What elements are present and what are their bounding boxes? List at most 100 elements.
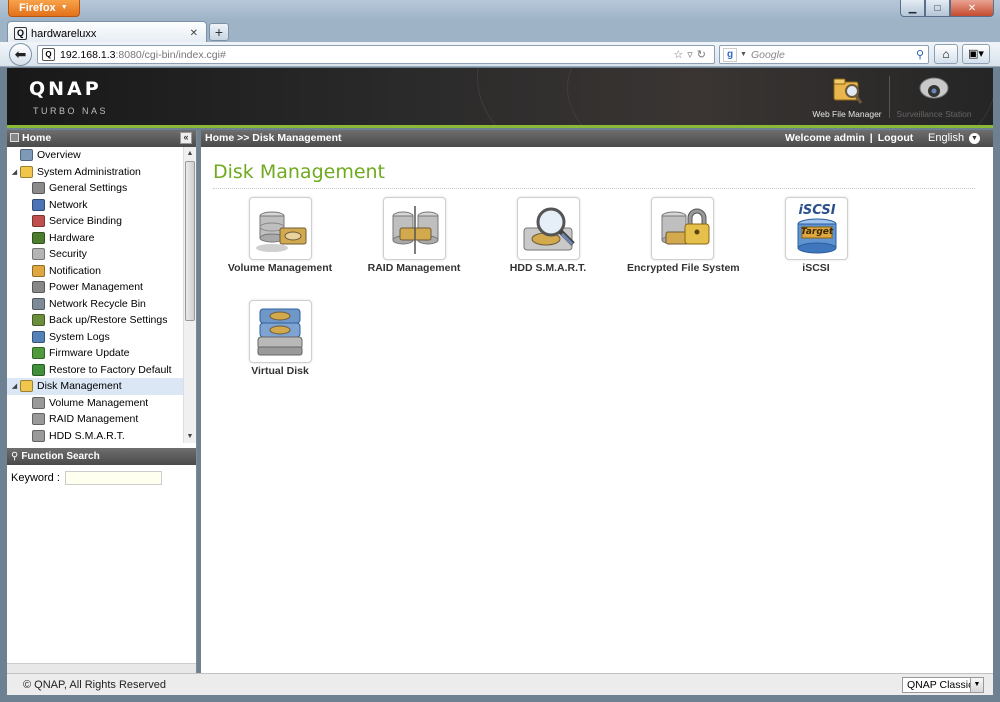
sidebar-item[interactable]: ◢ Disk Management <box>7 378 183 395</box>
raid-icon <box>32 413 45 426</box>
sidebar-item[interactable]: Network Recycle Bin <box>7 296 183 313</box>
site-identity-icon[interactable]: Q <box>42 48 55 61</box>
sidebar-item[interactable]: Restore to Factory Default <box>7 362 183 379</box>
encrypted-file-system-label: Encrypted File System <box>627 262 740 274</box>
keyword-label: Keyword : <box>11 472 60 484</box>
qnap-subtitle: TURBO NAS <box>33 106 109 116</box>
sidebar-item[interactable]: General Settings <box>7 180 183 197</box>
header-accent-line <box>7 125 993 128</box>
browser-tabbar: Q hardwareluxx ✕ + <box>0 20 1000 42</box>
chevron-down-icon: ▼ <box>60 4 68 11</box>
language-dropdown-icon[interactable]: ▼ <box>969 133 980 144</box>
iscsi-label: iSCSI <box>802 262 830 274</box>
title-divider <box>213 188 975 189</box>
camera-icon <box>917 76 951 106</box>
sidebar-item-label: System Administration <box>37 165 141 178</box>
sidebar-item[interactable]: Overview <box>7 147 183 164</box>
sidebar-item[interactable]: Network <box>7 197 183 214</box>
maximize-button[interactable]: □ <box>925 0 950 17</box>
breadcrumb[interactable]: Home >> Disk Management <box>205 132 342 144</box>
hdd-smart-app[interactable]: HDD S.M.A.R.T. <box>493 197 603 274</box>
back-button[interactable]: ⬅ <box>9 43 32 66</box>
iscsi-icon: iSCSI Target <box>784 197 848 260</box>
theme-select[interactable]: QNAP Classic ▼ <box>902 677 984 693</box>
sidebar-item[interactable]: Firmware Update <box>7 345 183 362</box>
sidebar-item-label: Volume Management <box>49 396 149 409</box>
sidebar-item[interactable]: ◢ System Administration <box>7 164 183 181</box>
collapse-sidebar-button[interactable]: « <box>180 132 192 144</box>
web-file-manager-icon <box>830 76 864 106</box>
encrypted-file-system-app[interactable]: Encrypted File System <box>627 197 740 274</box>
logout-link[interactable]: Logout <box>878 132 914 144</box>
sidebar-item-label: Service Binding <box>49 215 122 228</box>
web-file-manager-label: Web File Manager <box>812 109 882 119</box>
qnap-header: QNAP TURBO NAS Web File Manager Surveill… <box>7 68 993 126</box>
folder-icon <box>20 380 33 393</box>
home-icon <box>10 133 19 142</box>
volume-icon <box>32 396 45 409</box>
iscsi-app[interactable]: iSCSI Target iSCSI <box>761 197 871 274</box>
google-engine-icon[interactable]: g <box>723 47 737 62</box>
language-label[interactable]: English <box>928 130 964 147</box>
sidebar-item-label: HDD S.M.A.R.T. <box>49 429 125 442</box>
volume-management-icon <box>248 197 312 260</box>
raid-management-app[interactable]: RAID Management <box>359 197 469 274</box>
surveillance-station-shortcut[interactable]: Surveillance Station <box>894 76 974 119</box>
chevron-down-icon[interactable]: ▼ <box>970 678 983 692</box>
sidebar-item[interactable]: Hardware <box>7 230 183 247</box>
sidebar-item[interactable]: Security <box>7 246 183 263</box>
sidebar-item[interactable]: Notification <box>7 263 183 280</box>
sidebar-item-label: Hardware <box>49 231 95 244</box>
scrollbar-thumb[interactable] <box>185 161 195 321</box>
sidebar-item[interactable]: Power Management <box>7 279 183 296</box>
logs-icon <box>32 330 45 343</box>
close-window-button[interactable]: ✕ <box>950 0 994 17</box>
virtual-disk-app[interactable]: Virtual Disk <box>225 300 335 377</box>
backup-icon <box>32 314 45 327</box>
keyword-input[interactable] <box>64 471 162 485</box>
sidebar-item[interactable]: Volume Management <box>7 395 183 412</box>
virtual-disk-label: Virtual Disk <box>251 365 309 377</box>
sidebar-item[interactable]: Back up/Restore Settings <box>7 312 183 329</box>
search-icon: ⚲ <box>11 451 19 462</box>
volume-management-app[interactable]: Volume Management <box>225 197 335 274</box>
minimize-button[interactable]: ▁ <box>900 0 925 17</box>
home-button[interactable]: ⌂ <box>934 44 958 64</box>
url-bar[interactable]: Q 192.168.1.3:8080/cgi-bin/index.cgi# ☆▿… <box>37 45 715 64</box>
scroll-down-icon[interactable]: ▼ <box>184 430 196 443</box>
firefox-menu-label: Firefox <box>19 2 56 14</box>
sidebar-item[interactable]: HDD S.M.A.R.T. <box>7 428 183 444</box>
tab-title: hardwareluxx <box>31 27 97 40</box>
tab-close-icon[interactable]: ✕ <box>190 28 198 39</box>
scroll-up-icon[interactable]: ▲ <box>184 147 196 160</box>
addons-button[interactable]: ▣▾ <box>962 44 990 64</box>
search-icon[interactable]: ⚲ <box>916 48 924 61</box>
tree-scrollbar[interactable]: ▲ ▼ <box>183 147 196 443</box>
expand-toggle-icon[interactable]: ◢ <box>9 168 20 176</box>
bookmark-star-icon[interactable]: ☆▿↻ <box>673 48 710 61</box>
search-placeholder: Google <box>750 48 785 61</box>
breadcrumb-bar: Home >> Disk Management Welcome admin | Lo… <box>201 130 993 147</box>
sidebar-item[interactable]: System Logs <box>7 329 183 346</box>
engine-dropdown-icon[interactable]: ▼ <box>740 51 747 58</box>
encrypted-fs-icon <box>650 197 714 260</box>
sidebar-item-label: Network Recycle Bin <box>49 297 146 310</box>
keyword-row: Keyword : <box>11 471 162 485</box>
overview-icon <box>20 149 33 162</box>
sidebar-item[interactable]: RAID Management <box>7 411 183 428</box>
new-tab-button[interactable]: + <box>209 23 229 41</box>
virtual-disk-icon <box>248 300 312 363</box>
sidebar-home-label: Home <box>22 132 52 144</box>
search-box[interactable]: g ▼ Google ⚲ <box>719 45 929 64</box>
browser-titlebar: Firefox ▼ ▁ □ ✕ <box>0 0 1000 20</box>
browser-tab[interactable]: Q hardwareluxx ✕ <box>7 21 207 42</box>
expand-toggle-icon[interactable]: ◢ <box>9 382 20 390</box>
general-settings-icon <box>32 182 45 195</box>
notification-icon <box>32 264 45 277</box>
web-file-manager-shortcut[interactable]: Web File Manager <box>807 76 887 119</box>
home-icon: ⌂ <box>942 47 950 61</box>
sidebar-item-label: Disk Management <box>37 380 122 393</box>
sidebar-home-bar[interactable]: Home « <box>7 130 196 147</box>
firefox-menu-button[interactable]: Firefox ▼ <box>8 0 80 17</box>
sidebar-item[interactable]: Service Binding <box>7 213 183 230</box>
